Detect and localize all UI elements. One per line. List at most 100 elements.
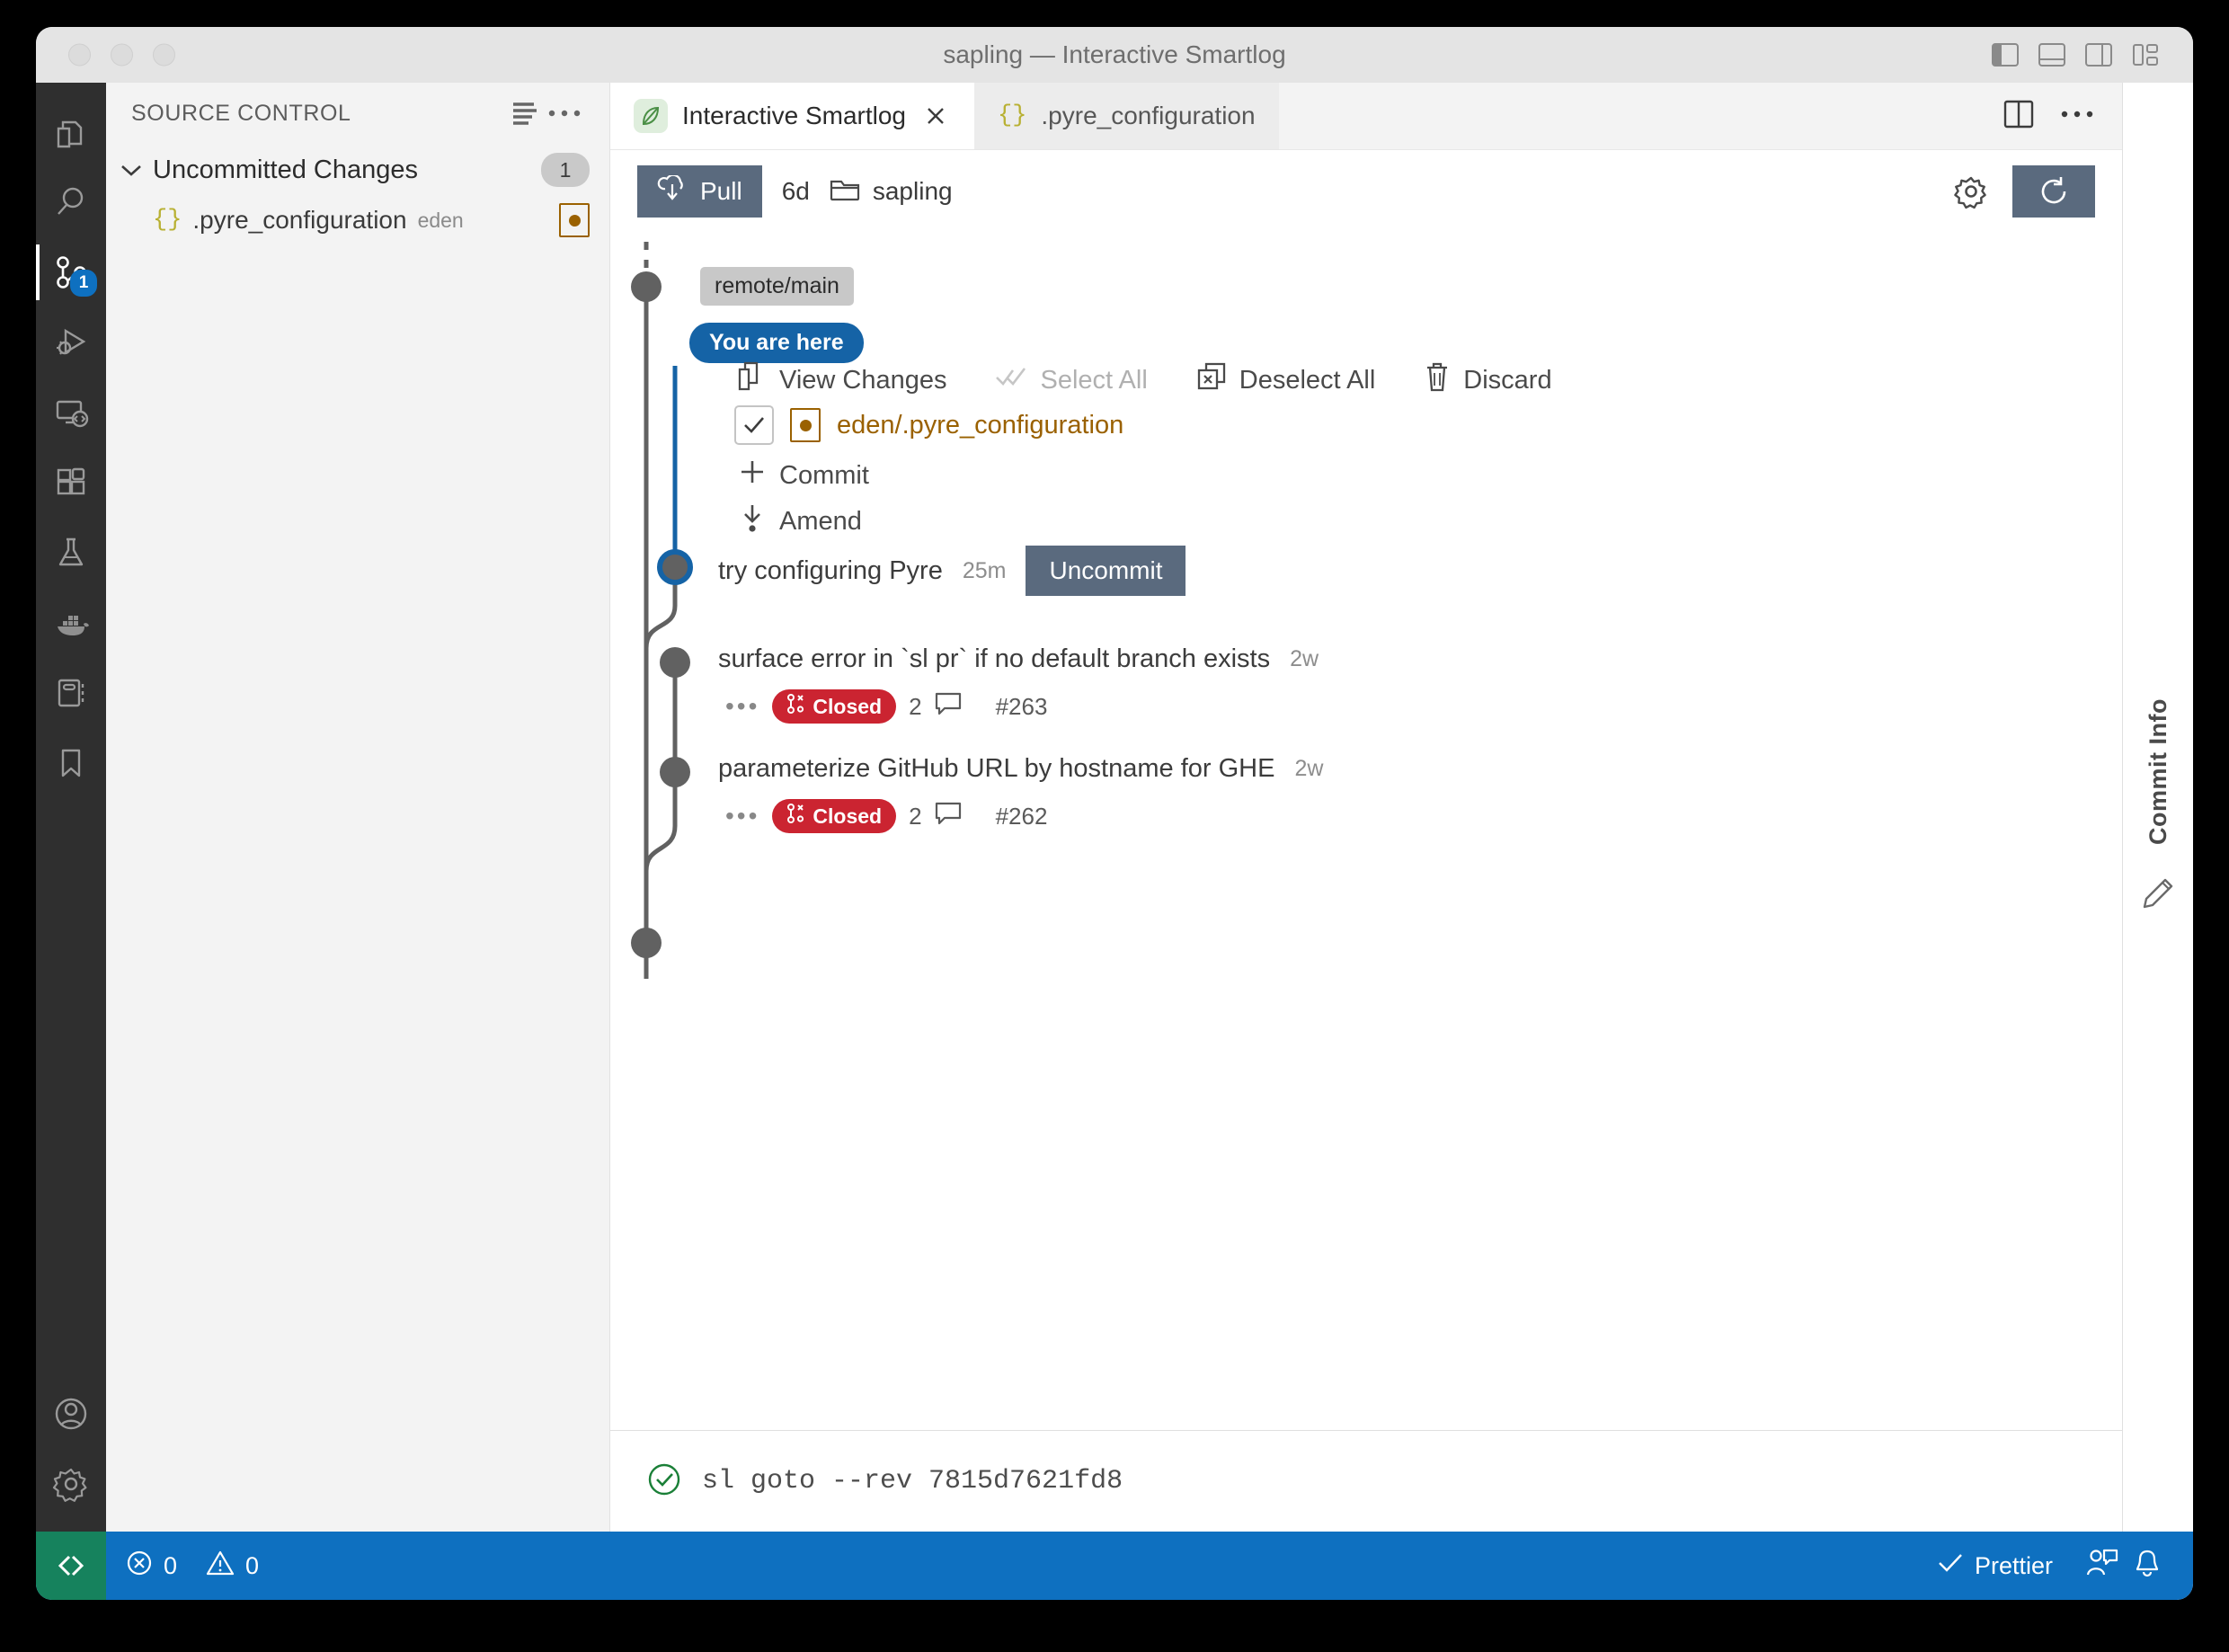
status-bar-right: Prettier <box>1917 1548 2193 1585</box>
more-actions-icon[interactable] <box>2059 108 2095 124</box>
split-editor-icon[interactable] <box>2003 100 2034 133</box>
pull-request-closed-icon <box>786 804 804 829</box>
commit-pr-meta: ••• Closed 2 #263 <box>725 689 1047 724</box>
head-commit-row[interactable]: try configuring Pyre 25m Uncommit <box>718 546 1186 596</box>
commit-info-label[interactable]: Commit Info <box>2145 698 2172 845</box>
deselect-all-button[interactable]: Deselect All <box>1239 366 1376 395</box>
bookmark-icon <box>61 749 81 777</box>
json-braces-icon: {} <box>998 102 1027 129</box>
uncommit-button[interactable]: Uncommit <box>1026 546 1186 596</box>
problems-status[interactable]: 0 0 <box>106 1550 279 1583</box>
view-changes-icon[interactable] <box>736 360 767 400</box>
comment-icon <box>935 691 962 723</box>
search-icon <box>58 187 84 215</box>
deselect-all-icon[interactable] <box>1196 361 1227 399</box>
formatter-label: Prettier <box>1974 1551 2053 1579</box>
toggle-primary-sidebar-icon[interactable] <box>1992 43 2019 67</box>
tab-pyre-configuration[interactable]: {} .pyre_configuration <box>974 83 1279 149</box>
sidebar-item-explorer[interactable] <box>36 97 106 167</box>
section-label: Uncommitted Changes <box>153 155 418 184</box>
formatter-status[interactable]: Prettier <box>1917 1551 2073 1581</box>
toggle-secondary-sidebar-icon[interactable] <box>2085 43 2112 67</box>
tab-interactive-smartlog[interactable]: Interactive Smartlog <box>610 83 974 149</box>
bookmark-pill[interactable]: remote/main <box>700 267 854 306</box>
smartlog-graph: remote/main You are here View Changes Se… <box>610 233 2122 1430</box>
sidebar-item-source-control[interactable]: 1 <box>36 237 106 307</box>
ellipsis-icon[interactable]: ••• <box>725 692 759 721</box>
sidebar-item-extensions[interactable] <box>36 448 106 518</box>
commit-row[interactable]: parameterize GitHub URL by hostname for … <box>718 754 1323 784</box>
files-icon <box>57 120 83 148</box>
more-actions-icon[interactable] <box>545 93 584 133</box>
file-directory: eden <box>417 208 464 232</box>
status-badge <box>559 203 590 237</box>
check-circle-icon <box>646 1461 682 1502</box>
sidebar-item-run-debug[interactable] <box>36 307 106 377</box>
repo-indicator[interactable]: sapling <box>830 176 953 208</box>
status-bar: 0 0 Prettier <box>36 1532 2193 1600</box>
panel-title: SOURCE CONTROL <box>131 100 351 126</box>
pr-number[interactable]: #263 <box>996 693 1048 721</box>
sidebar-item-search[interactable] <box>36 167 106 237</box>
discard-button[interactable]: Discard <box>1463 366 1551 395</box>
bell-icon[interactable] <box>2132 1548 2162 1585</box>
pr-status-badge[interactable]: Closed <box>772 689 897 724</box>
settings-button[interactable] <box>1949 170 1993 213</box>
graph-node-remote-main <box>631 271 662 302</box>
view-as-list-icon[interactable] <box>505 93 545 133</box>
select-all-button[interactable]: Select All <box>1040 366 1147 395</box>
refresh-button[interactable] <box>2012 165 2095 218</box>
sidebar-item-testing[interactable] <box>36 518 106 588</box>
commit-row[interactable]: surface error in `sl pr` if no default b… <box>718 644 1319 674</box>
plus-icon <box>738 457 767 493</box>
window-title: sapling — Interactive Smartlog <box>943 40 1286 68</box>
command-output-text: sl goto --rev 7815d7621fd8 <box>702 1466 1123 1497</box>
editor-group: Interactive Smartlog {} .pyre_configurat… <box>610 83 2122 1532</box>
file-checkbox[interactable] <box>734 405 774 445</box>
sidebar-item-bookmarks[interactable] <box>36 728 106 798</box>
uncommitted-changes-section[interactable]: Uncommitted Changes 1 <box>106 144 609 196</box>
amend-action[interactable]: Amend <box>738 502 862 540</box>
trash-icon[interactable] <box>1424 360 1451 400</box>
toggle-panel-icon[interactable] <box>2038 43 2065 67</box>
pr-status-badge[interactable]: Closed <box>772 799 897 833</box>
section-count-badge: 1 <box>541 153 590 187</box>
graph-node-head <box>657 549 693 585</box>
manage-settings-button[interactable] <box>36 1449 106 1519</box>
sidebar-item-remote-explorer[interactable] <box>36 377 106 448</box>
accounts-button[interactable] <box>36 1379 106 1449</box>
pr-number[interactable]: #262 <box>996 803 1048 830</box>
live-share-icon[interactable] <box>2085 1548 2119 1585</box>
account-icon <box>55 1398 87 1430</box>
commit-graph-lines <box>631 242 693 988</box>
error-count: 0 <box>164 1551 178 1579</box>
activity-bar: 1 <box>36 83 106 1532</box>
secondary-sidebar: Commit Info <box>2122 83 2193 1532</box>
commit-title: surface error in `sl pr` if no default b… <box>718 644 1271 673</box>
graph-node-263 <box>660 647 690 678</box>
folder-icon <box>830 176 860 208</box>
check-icon <box>1937 1551 1964 1581</box>
pull-button[interactable]: Pull <box>637 165 762 218</box>
customize-layout-icon[interactable] <box>2132 43 2159 67</box>
close-icon[interactable] <box>920 101 951 131</box>
title-bar: sapling — Interactive Smartlog <box>36 27 2193 83</box>
bookmark-label: remote/main <box>700 267 854 306</box>
error-circle-icon <box>126 1550 153 1583</box>
commit-title: parameterize GitHub URL by hostname for … <box>718 754 1275 783</box>
layout-controls <box>1992 43 2159 67</box>
view-changes-button[interactable]: View Changes <box>779 366 946 395</box>
docker-whale-icon <box>58 616 89 635</box>
remote-window-button[interactable] <box>36 1532 106 1600</box>
list-item[interactable]: {} .pyre_configuration eden <box>106 196 609 244</box>
last-fetch-time: 6d <box>781 177 810 205</box>
json-braces-icon: {} <box>153 207 182 234</box>
pencil-icon[interactable] <box>2140 875 2176 916</box>
tab-label: Interactive Smartlog <box>682 102 906 129</box>
sidebar-item-notebook[interactable] <box>36 658 106 728</box>
changed-file-path[interactable]: eden/.pyre_configuration <box>837 411 1123 440</box>
sidebar-item-docker[interactable] <box>36 588 106 658</box>
amend-button-label: Amend <box>779 506 862 536</box>
ellipsis-icon[interactable]: ••• <box>725 802 759 830</box>
commit-action[interactable]: Commit <box>738 457 869 493</box>
